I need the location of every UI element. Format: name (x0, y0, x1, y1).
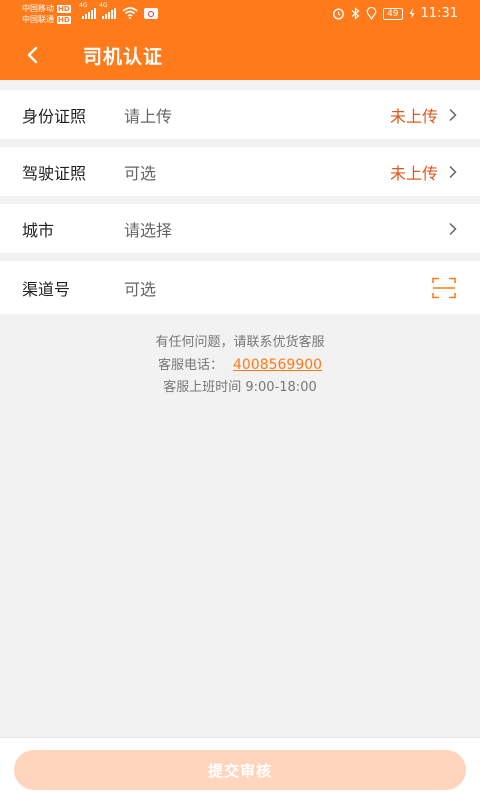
phone-link[interactable]: 4008569900 (233, 357, 322, 373)
footer-bar: 提交审核 (0, 737, 480, 800)
row-driver-license[interactable]: 驾驶证照 可选 未上传 (0, 147, 480, 196)
phone-line: 客服电话： 4008569900 (0, 354, 480, 377)
network-type: 4G (79, 2, 88, 9)
page-title: 司机认证 (83, 46, 164, 68)
service-hours: 客服上班时间 9:00-18:00 (163, 380, 317, 395)
row-value: 可选 (124, 163, 157, 183)
chevron-right-icon (449, 222, 457, 235)
row-label: 渠道号 (22, 279, 71, 299)
row-value: 请上传 (124, 106, 173, 126)
back-button[interactable] (20, 43, 44, 67)
row-city[interactable]: 城市 请选择 (0, 204, 480, 253)
status-bar: 中国移动 HD 中国联通 HD 4G 4G 49 11:31 (0, 0, 480, 30)
signal-icon: 4G (99, 2, 116, 19)
status-right: 49 11:31 (332, 6, 458, 21)
hd-badge: HD (57, 15, 71, 24)
carrier-1: 中国移动 (22, 4, 54, 13)
battery-level: 49 (383, 7, 403, 20)
hd-badge: HD (57, 4, 71, 13)
chevron-right-icon (449, 108, 457, 121)
signal-group: 4G 4G (79, 2, 158, 19)
scan-icon[interactable] (432, 277, 456, 299)
chevron-right-icon (449, 165, 457, 178)
certification-form: 身份证照 请上传 未上传 驾驶证照 可选 未上传 城市 请选择 渠道号 可选 (0, 90, 480, 314)
bluetooth-icon (351, 7, 360, 20)
signal-icon: 4G (79, 2, 96, 19)
notification-icon (144, 8, 158, 19)
alarm-icon (333, 8, 345, 20)
row-label: 驾驶证照 (22, 163, 87, 183)
row-id-card[interactable]: 身份证照 请上传 未上传 (0, 90, 480, 139)
submit-button[interactable]: 提交审核 (14, 750, 466, 790)
clock: 11:31 (420, 6, 458, 21)
row-label: 城市 (22, 220, 55, 240)
channel-code-input[interactable]: 可选 (124, 276, 156, 300)
upload-status: 未上传 (389, 106, 438, 126)
row-label: 身份证照 (22, 106, 87, 126)
chevron-left-icon (27, 46, 38, 64)
wifi-icon (122, 7, 138, 19)
app-header: 司机认证 (0, 30, 480, 80)
phone-label: 客服电话： (157, 358, 223, 373)
location-icon (366, 7, 377, 20)
row-channel-code[interactable]: 渠道号 可选 (0, 261, 480, 314)
upload-status: 未上传 (389, 163, 438, 183)
network-type: 4G (99, 2, 108, 9)
row-value: 请选择 (124, 220, 173, 240)
carrier-info: 中国移动 HD 中国联通 HD (22, 3, 71, 25)
help-text: 有任何问题，请联系优货客服 (155, 335, 325, 350)
customer-service-info: 有任何问题，请联系优货客服 客服电话： 4008569900 客服上班时间 9:0… (0, 332, 480, 399)
charging-icon (409, 8, 415, 19)
carrier-2: 中国联通 (22, 15, 54, 24)
